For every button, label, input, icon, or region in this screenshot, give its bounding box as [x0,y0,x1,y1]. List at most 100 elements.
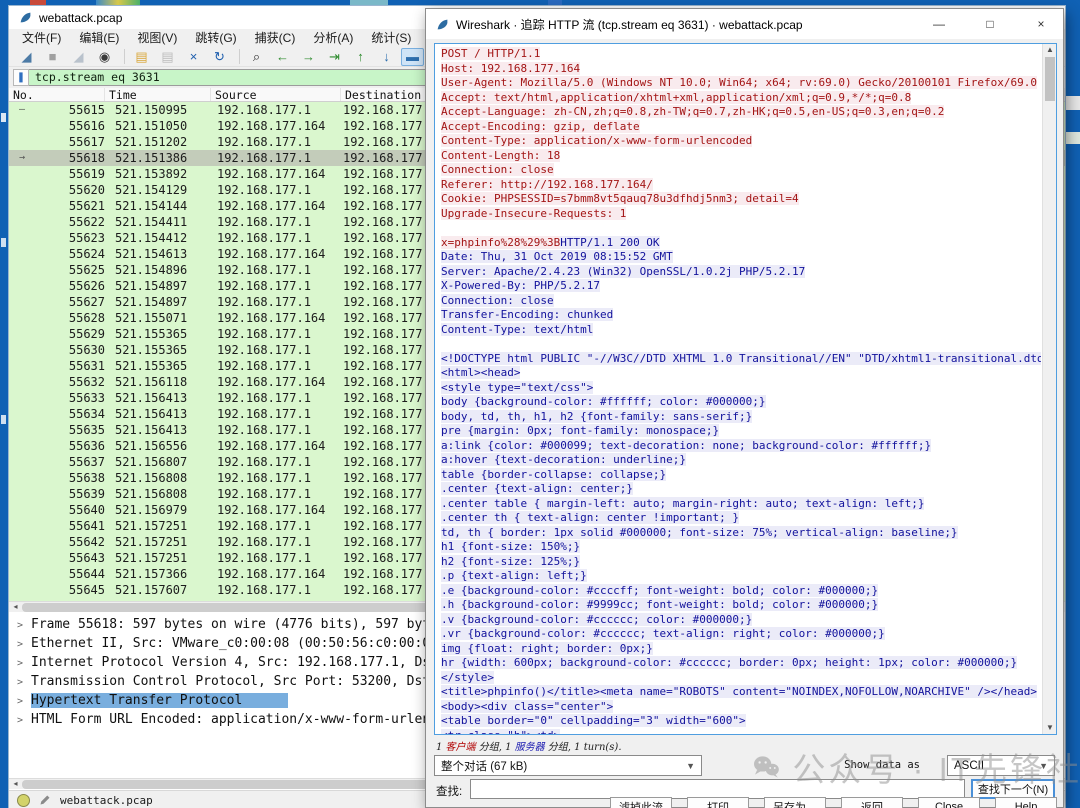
stream-line [441,337,1041,352]
packet-cell: 55619 [35,166,105,182]
stream-line: body {background-color: #ffffff; color: … [441,395,1041,410]
expander-icon[interactable]: > [17,673,31,691]
go-top-icon[interactable]: ↑ [349,48,372,66]
menu-item[interactable]: 统计(S) [362,29,420,47]
packet-cell [9,134,35,150]
packet-cell: 192.168.177.1 [205,342,329,358]
menu-item[interactable]: 捕获(C) [246,29,305,47]
stream-line: h2 {font-size: 125%;} [441,555,1041,570]
stream-content-area[interactable]: POST / HTTP/1.1Host: 192.168.177.164User… [434,43,1057,735]
print-button[interactable]: 打印 [687,797,749,808]
expander-icon[interactable]: > [17,654,31,672]
packet-cell: 192.168.177.164 [205,118,329,134]
scroll-down-arrow-icon[interactable]: ▼ [1043,722,1057,734]
menu-item[interactable]: 分析(A) [304,29,362,47]
go-to-packet-icon[interactable]: ⇥ [323,48,346,66]
response-text: .h {background-color: #9999cc; font-weig… [441,598,878,611]
menu-item[interactable]: 文件(F) [13,29,70,47]
packet-cell: 55644 [35,566,105,582]
response-text: <html><head> [441,366,520,379]
close-file-icon[interactable]: × [182,48,205,66]
autoscroll-icon[interactable]: ▬ [401,48,424,66]
packet-cell: 192.168.177.1 [205,182,329,198]
stream-stats-text: 服务器 [515,742,545,753]
packet-cell: 55620 [35,182,105,198]
go-bottom-icon[interactable]: ↓ [375,48,398,66]
menu-item[interactable]: 视图(V) [128,29,186,47]
desktop-icon-label-fragment [1,415,6,424]
stream-line: .center th { text-align: center !importa… [441,511,1041,526]
packet-cell: 521.151202 [105,134,205,150]
go-forward-icon[interactable]: → [297,48,320,66]
stop-capture-icon[interactable]: ■ [41,48,64,66]
show-data-as-select[interactable]: ASCII ▼ [947,755,1055,776]
scroll-left-arrow-icon[interactable]: ◂ [10,602,21,612]
packet-cell: 521.156808 [105,470,205,486]
capture-comment-icon[interactable] [39,794,51,806]
scroll-up-arrow-icon[interactable]: ▲ [1043,44,1057,56]
start-capture-icon[interactable]: ◢ [15,48,38,66]
toolbar-separator [124,49,125,64]
reload-icon[interactable]: ↻ [208,48,231,66]
go-back-icon[interactable]: ← [271,48,294,66]
column-header-time[interactable]: Time [105,88,211,101]
packet-cell: 55624 [35,246,105,262]
packet-cell: 521.156556 [105,438,205,454]
chevron-down-icon: ▼ [1039,761,1048,771]
back-button[interactable]: 返回 [841,797,903,808]
response-text: a:link {color: #000099; text-decoration:… [441,439,931,452]
find-next-button[interactable]: 查找下一个(N) [971,779,1055,799]
response-text: <!DOCTYPE html PUBLIC "-//W3C//DTD XHTML… [441,352,1041,365]
packet-cell: 55643 [35,550,105,566]
expander-icon[interactable]: > [17,616,31,634]
scroll-left-arrow-icon[interactable]: ◂ [10,779,21,789]
packet-cell: 521.155365 [105,342,205,358]
expert-info-icon[interactable] [17,794,30,807]
stream-stats-text: 分组, 1 turn(s). [545,742,622,753]
stream-line: .center table { margin-left: auto; margi… [441,497,1041,512]
packet-cell [9,118,35,134]
conversation-select[interactable]: 整个对话 (67 kB) ▼ [434,755,702,776]
save-as-button[interactable]: 另存为… [764,797,826,808]
menu-item[interactable]: 跳转(G) [186,29,245,47]
expander-icon[interactable]: > [17,635,31,653]
filter-out-stream-button[interactable]: 滤掉此流 [610,797,672,808]
chevron-down-icon: ▼ [686,761,695,771]
stream-line: Host: 192.168.177.164 [441,62,1041,77]
packet-cell: 55635 [35,422,105,438]
stream-line: img {float: right; border: 0px;} [441,642,1041,657]
packet-cell: 55638 [35,470,105,486]
maximize-button[interactable]: □ [968,9,1012,39]
packet-cell: 521.157251 [105,534,205,550]
open-file-icon[interactable]: ▤ [130,48,153,66]
save-file-icon[interactable]: ▤ [156,48,179,66]
column-header-source[interactable]: Source [211,88,341,101]
request-text: POST / HTTP/1.1 [441,47,540,60]
packet-cell: 55645 [35,582,105,598]
stream-vscrollbar[interactable]: ▲ ▼ [1042,44,1056,734]
filter-bookmark-icon[interactable]: ❚ [13,69,29,86]
response-text: .center table { margin-left: auto; margi… [441,497,924,510]
packet-cell: 192.168.177.1 [205,534,329,550]
packet-cell: 192.168.177.1 [205,230,329,246]
expander-icon[interactable]: > [17,711,31,729]
find-packet-icon[interactable]: ⌕ [245,48,268,66]
packet-cell [9,326,35,342]
packet-cell [9,358,35,374]
restart-capture-icon[interactable]: ◢ [67,48,90,66]
close-icon[interactable]: × [1019,9,1063,39]
expander-icon[interactable]: > [17,692,31,710]
packet-cell: 192.168.177.1 [205,326,329,342]
stream-line: Date: Thu, 31 Oct 2019 08:15:52 GMT [441,250,1041,265]
stream-line: Content-Type: text/html [441,323,1041,338]
find-input[interactable] [470,779,965,799]
column-header-no[interactable]: No. [9,88,105,101]
capture-options-icon[interactable]: ◉ [93,48,116,66]
help-button[interactable]: Help [995,797,1057,808]
minimize-button[interactable]: — [917,9,961,39]
response-text: h1 {font-size: 150%;} [441,540,580,553]
menu-item[interactable]: 编辑(E) [70,29,128,47]
stream-line: x=phpinfo%28%29%3BHTTP/1.1 200 OK [441,236,1041,251]
scrollbar-thumb[interactable] [1045,57,1055,101]
close-button[interactable]: Close [918,797,980,808]
